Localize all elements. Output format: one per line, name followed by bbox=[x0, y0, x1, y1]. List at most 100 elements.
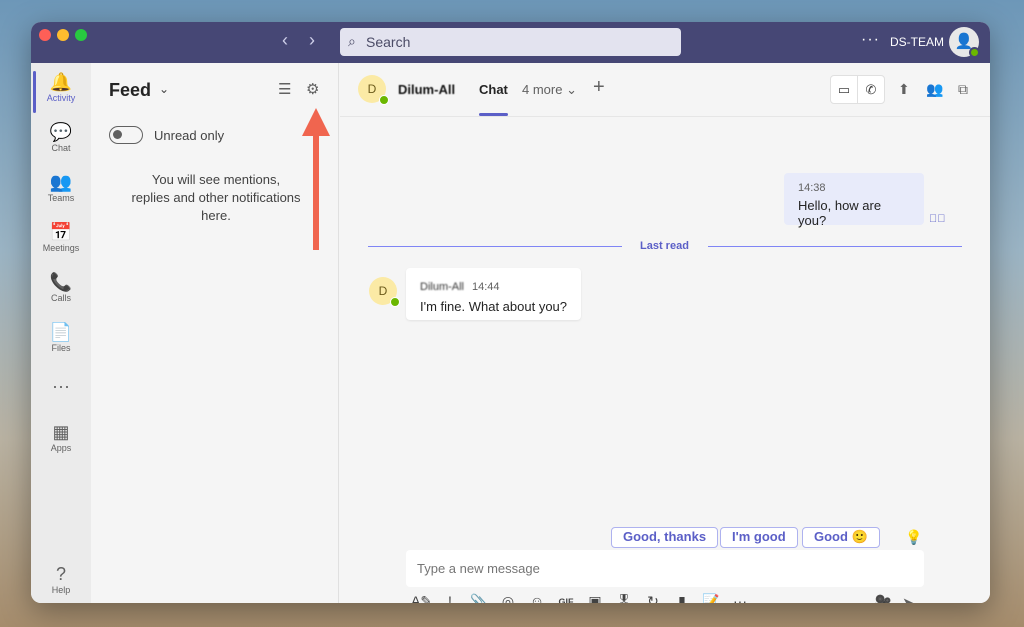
received-message[interactable]: Dilum-All 14:44 I'm fine. What about you? bbox=[406, 268, 581, 320]
back-button[interactable]: ‹ bbox=[282, 30, 288, 51]
suggested-reply-button[interactable]: Good, thanks bbox=[611, 527, 719, 548]
status-available-icon bbox=[969, 47, 980, 58]
send-icon[interactable]: ➤ bbox=[902, 594, 915, 603]
bell-icon: 🔔 bbox=[49, 72, 73, 92]
avatar-initial: D bbox=[378, 284, 388, 298]
filter-icon[interactable]: ☰ bbox=[278, 80, 291, 98]
apps-icon: ▦ bbox=[52, 422, 70, 442]
contact-avatar[interactable]: D bbox=[358, 75, 389, 105]
profile-avatar[interactable]: 👤 bbox=[949, 27, 980, 58]
lightbulb-icon[interactable]: 💡 bbox=[905, 529, 922, 546]
sent-message[interactable]: 14:38 Hello, how are you? bbox=[784, 173, 924, 228]
message-time: 14:44 bbox=[472, 281, 500, 293]
search-placeholder: Search bbox=[366, 34, 411, 50]
title-bar: ‹ › ⌕ Search ··· DS-TEAM 👤 bbox=[31, 22, 990, 63]
rail-label: Meetings bbox=[42, 243, 80, 253]
contact-name: Dilum-All bbox=[398, 82, 456, 97]
message-text: Hello, how are you? bbox=[798, 198, 882, 228]
video-call-icon[interactable]: ▭ bbox=[831, 76, 857, 103]
unread-only-toggle[interactable] bbox=[109, 126, 143, 144]
gear-icon[interactable]: ⚙ bbox=[306, 80, 319, 98]
rail-item-help[interactable]: ? Help bbox=[31, 563, 91, 595]
suggested-reply-button[interactable]: Good 🙂 bbox=[802, 527, 880, 548]
seen-check-icon: ✓⃝ bbox=[929, 213, 946, 225]
team-name: DS-TEAM bbox=[890, 35, 944, 49]
rail-item-files[interactable]: 📄 Files bbox=[31, 321, 91, 353]
rail-label: Files bbox=[51, 343, 71, 353]
rail-label: Chat bbox=[51, 143, 71, 153]
empty-feed-message: You will see mentions, replies and other… bbox=[131, 172, 301, 223]
pop-out-icon[interactable]: ⧉ bbox=[958, 81, 968, 98]
notes-icon[interactable]: 📝 bbox=[701, 593, 721, 603]
chat-pane: D Dilum-All Chat 4 more ⌄ + ▭ ✆ ⬆ 👥 ⧉ 14:… bbox=[340, 63, 990, 603]
rail-label: Apps bbox=[50, 443, 72, 453]
annotation-arrow-icon bbox=[302, 108, 330, 250]
active-tab-indicator bbox=[479, 113, 508, 116]
rail-item-more[interactable]: ··· bbox=[31, 375, 91, 397]
divider bbox=[368, 246, 622, 247]
close-window-button[interactable] bbox=[39, 29, 51, 41]
rail-item-chat[interactable]: 💬 Chat bbox=[31, 121, 91, 153]
sender-avatar[interactable]: D bbox=[369, 277, 400, 307]
video-clip-icon[interactable]: 🎥 bbox=[873, 594, 892, 603]
suggested-reply-button[interactable]: I'm good bbox=[720, 527, 798, 548]
add-tab-button[interactable]: + bbox=[593, 76, 605, 99]
chat-header: D Dilum-All Chat 4 more ⌄ + ▭ ✆ ⬆ 👥 ⧉ bbox=[340, 63, 990, 117]
share-screen-icon[interactable]: ⬆ bbox=[898, 81, 910, 98]
important-icon[interactable]: ! bbox=[440, 593, 460, 603]
phone-icon: 📞 bbox=[49, 272, 73, 292]
loop-refresh-icon[interactable]: ↻ bbox=[643, 593, 663, 603]
ellipsis-icon: ··· bbox=[52, 376, 70, 396]
divider bbox=[708, 246, 962, 247]
participants-icon[interactable]: 👥 bbox=[926, 81, 943, 98]
avatar-initial: D bbox=[367, 82, 377, 96]
more-tabs-button[interactable]: 4 more ⌄ bbox=[522, 82, 577, 98]
gif-icon[interactable]: GIF bbox=[556, 593, 576, 603]
feed-panel: Feed ⌄ ☰ ⚙ Unread only You will see ment… bbox=[91, 63, 339, 603]
feed-title[interactable]: Feed bbox=[109, 80, 151, 101]
rail-label: Teams bbox=[47, 193, 75, 203]
zoom-window-button[interactable] bbox=[75, 29, 87, 41]
unread-only-label: Unread only bbox=[154, 128, 225, 143]
search-icon: ⌕ bbox=[348, 33, 356, 49]
praise-icon[interactable]: 🎖 bbox=[614, 593, 634, 603]
call-buttons: ▭ ✆ bbox=[830, 75, 885, 104]
calendar-icon: 📅 bbox=[49, 222, 73, 242]
attach-icon[interactable]: 📎 bbox=[469, 593, 489, 603]
format-icon[interactable]: A✎ bbox=[411, 593, 432, 603]
rail-label: Help bbox=[51, 585, 71, 595]
teams-icon: 👥 bbox=[49, 172, 73, 192]
rail-item-apps[interactable]: ▦ Apps bbox=[31, 421, 91, 453]
app-rail: 🔔 Activity 💬 Chat 👥 Teams 📅 Meetings 📞 Calls … bbox=[31, 63, 91, 603]
rail-item-activity[interactable]: 🔔 Activity bbox=[31, 71, 91, 113]
audio-call-icon[interactable]: ✆ bbox=[857, 76, 884, 103]
rail-label: Calls bbox=[50, 293, 71, 303]
app-icon[interactable]: ▮ bbox=[672, 593, 692, 603]
file-icon: 📄 bbox=[49, 322, 73, 342]
minimize-window-button[interactable] bbox=[57, 29, 69, 41]
last-read-label: Last read bbox=[640, 240, 689, 252]
more-icon[interactable]: ··· bbox=[730, 593, 750, 603]
tab-chat[interactable]: Chat bbox=[479, 82, 508, 97]
status-available-icon bbox=[390, 297, 400, 307]
rail-item-teams[interactable]: 👥 Teams bbox=[31, 171, 91, 203]
more-options-button[interactable]: ··· bbox=[861, 31, 880, 49]
chevron-down-icon[interactable]: ⌄ bbox=[159, 82, 169, 96]
status-available-icon bbox=[379, 95, 389, 105]
search-input[interactable]: ⌕ Search bbox=[340, 28, 681, 56]
compose-toolbar: A✎ ! 📎 ◎ ☺ GIF ▣ 🎖 ↻ ▮ 📝 ··· bbox=[411, 593, 750, 603]
rail-item-meetings[interactable]: 📅 Meetings bbox=[31, 221, 91, 253]
sender-name: Dilum-All bbox=[420, 281, 464, 293]
help-icon: ? bbox=[55, 564, 66, 584]
emoji-icon[interactable]: ☺ bbox=[527, 593, 547, 603]
rail-item-calls[interactable]: 📞 Calls bbox=[31, 271, 91, 303]
forward-button[interactable]: › bbox=[309, 30, 315, 51]
loop-icon[interactable]: ◎ bbox=[498, 593, 518, 603]
chat-icon: 💬 bbox=[49, 122, 73, 142]
message-input[interactable] bbox=[406, 550, 924, 587]
message-time: 14:38 bbox=[798, 182, 826, 194]
sticker-icon[interactable]: ▣ bbox=[585, 593, 605, 603]
teams-window: ‹ › ⌕ Search ··· DS-TEAM 👤 🔔 Activity 💬 Cha… bbox=[31, 22, 990, 603]
rail-label: Activity bbox=[46, 93, 76, 103]
message-text: I'm fine. What about you? bbox=[420, 299, 568, 314]
